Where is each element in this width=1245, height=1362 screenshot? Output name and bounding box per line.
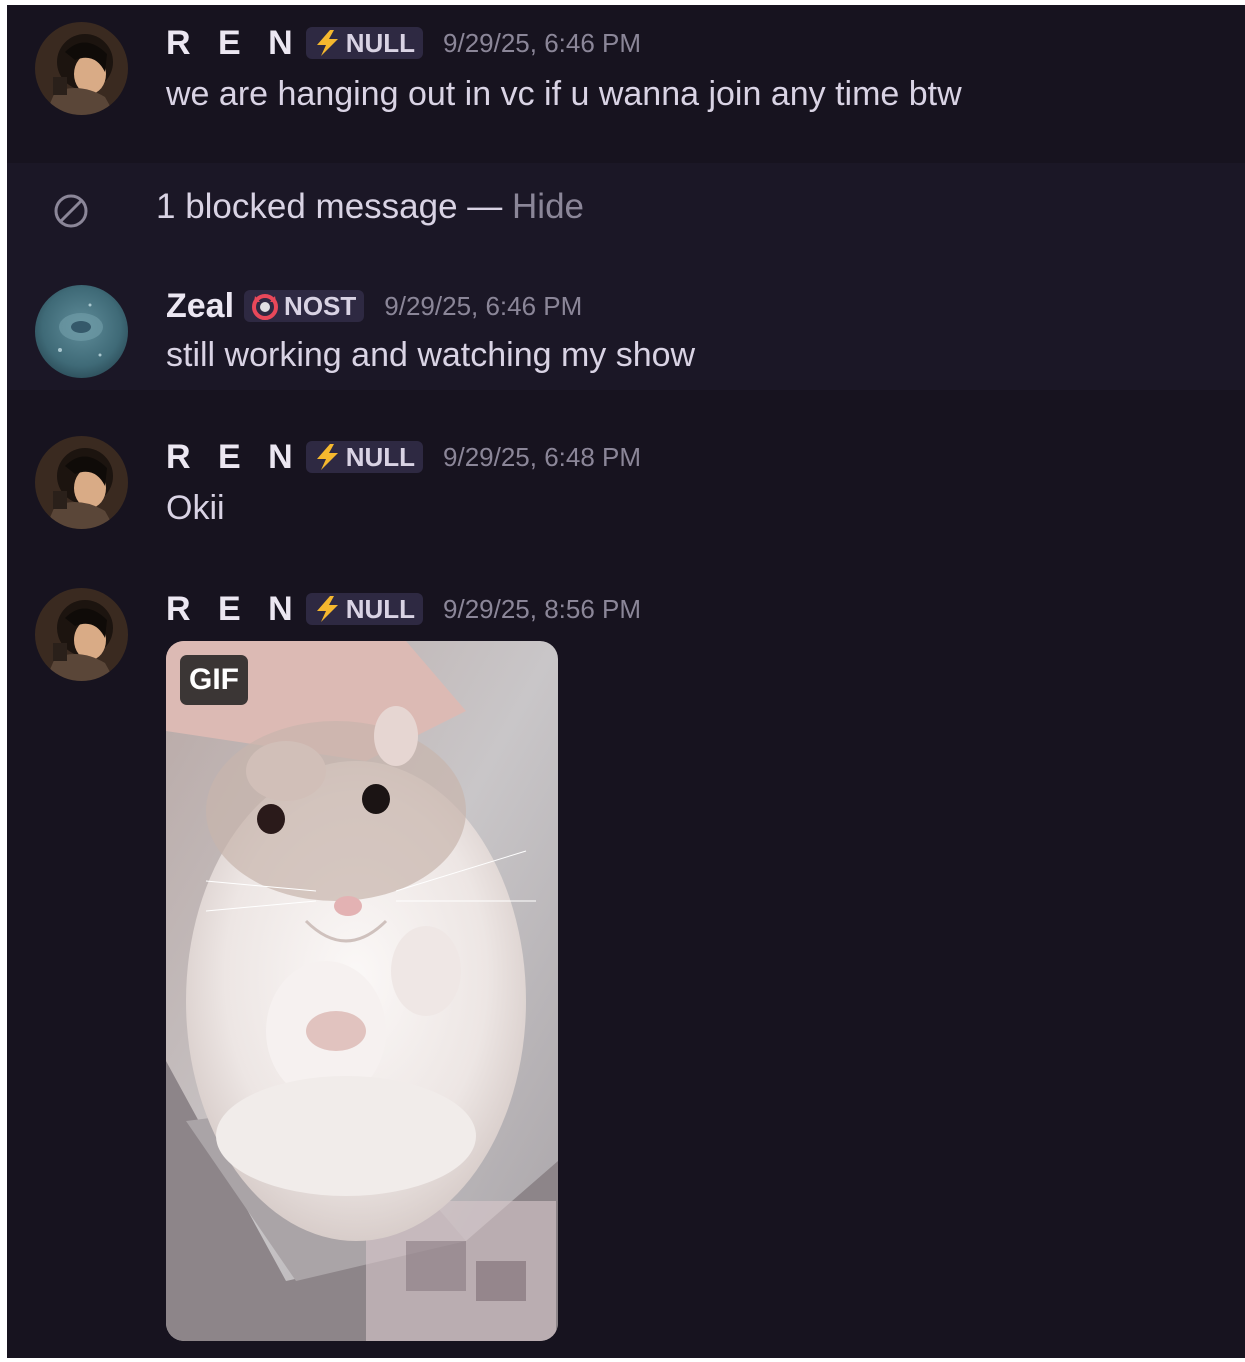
hide-blocked-link[interactable]: Hide [512, 187, 584, 226]
timestamp[interactable]: 9/29/25, 8:56 PM [443, 594, 641, 625]
clan-tag[interactable]: NULL [305, 441, 424, 473]
clan-tag-label: NOST [284, 290, 357, 321]
gif-badge: GIF [180, 655, 248, 705]
message-2[interactable]: Zeal NOST 9/29/25, 6:46 PM still working… [7, 258, 1245, 390]
username[interactable]: R E N [166, 590, 302, 629]
lightning-bolt-icon [312, 443, 342, 471]
message-content: still working and watching my show [166, 336, 696, 374]
username[interactable]: Zeal [166, 287, 234, 326]
timestamp[interactable]: 9/29/25, 6:46 PM [384, 291, 582, 322]
avatar-zeal[interactable] [35, 285, 128, 378]
lightning-bolt-icon [312, 29, 342, 57]
message-content: Okii [166, 489, 225, 527]
username[interactable]: R E N [166, 438, 302, 477]
clan-tag[interactable]: NULL [305, 27, 424, 59]
message-content: we are hanging out in vc if u wanna join… [166, 75, 962, 113]
blocked-circle-icon [53, 193, 89, 229]
timestamp[interactable]: 9/29/25, 6:46 PM [443, 28, 641, 59]
clan-tag-label: NULL [345, 27, 416, 58]
lightning-bolt-icon [312, 595, 342, 623]
avatar-ren[interactable] [35, 436, 128, 529]
clan-tag-label: NULL [345, 593, 416, 624]
chat-pane: R E N NULL 9/29/25, 6:46 PM we are hangi… [7, 5, 1245, 1358]
username[interactable]: R E N [166, 24, 302, 63]
hamster-gif-image [166, 641, 558, 1341]
avatar-ren[interactable] [35, 588, 128, 681]
blocked-message-row: 1 blocked message — Hide [7, 163, 1245, 258]
clan-tag[interactable]: NULL [305, 593, 424, 625]
clan-tag-label: NULL [345, 441, 416, 472]
message-1[interactable]: R E N NULL 9/29/25, 6:46 PM we are hangi… [7, 5, 1245, 163]
blocked-label: 1 blocked message — [156, 187, 513, 226]
horned-ring-icon [250, 292, 280, 320]
message-3[interactable]: R E N NULL 9/29/25, 6:48 PM Okii [7, 390, 1245, 570]
blocked-message-text: 1 blocked message — Hide [156, 187, 584, 227]
clan-tag[interactable]: NOST [244, 290, 365, 322]
avatar-ren[interactable] [35, 22, 128, 115]
timestamp[interactable]: 9/29/25, 6:48 PM [443, 442, 641, 473]
gif-attachment[interactable]: GIF [166, 641, 558, 1341]
